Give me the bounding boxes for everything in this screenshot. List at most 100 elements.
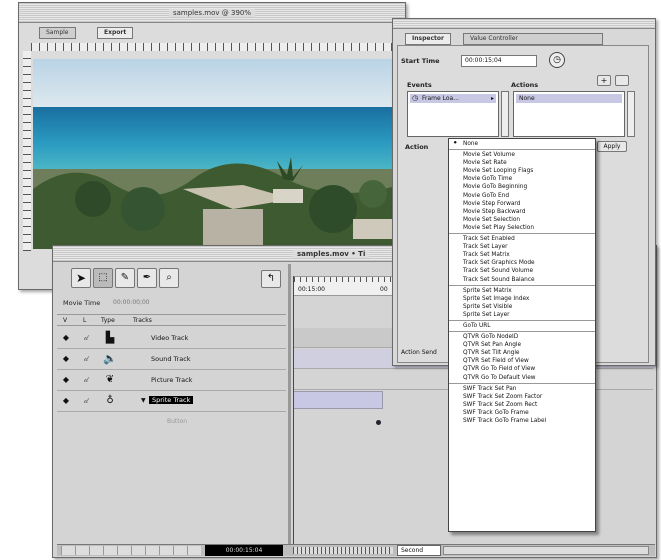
movie-time-label: Movie Time (63, 299, 101, 307)
menu-item[interactable]: QTVR Set Field of View (449, 357, 595, 365)
picture-icon: ❦ (105, 374, 115, 385)
menu-item[interactable]: SWF Track Set Zoom Factor (449, 393, 595, 401)
menu-separator (449, 284, 595, 286)
visibility-icon[interactable]: ◆ (59, 328, 73, 348)
action-menu[interactable]: • None Movie Set Volume Movie Set Rate Movie… (448, 138, 596, 532)
zoom-slider[interactable] (293, 547, 393, 554)
add-action-button[interactable]: + (597, 75, 611, 86)
menu-item[interactable]: Track Set Enabled (449, 235, 595, 243)
action-item[interactable]: None (516, 94, 622, 103)
snap-button[interactable]: ↰ (261, 270, 281, 288)
menu-item[interactable]: QTVR GoTo NodeID (449, 333, 595, 341)
preview-image (33, 59, 403, 249)
column-type[interactable]: Type (101, 315, 115, 326)
tab-sample[interactable]: Sample (39, 27, 76, 39)
menu-item[interactable]: Movie Set Selection (449, 216, 595, 224)
zoom-tool-button[interactable]: ⌕ (159, 268, 179, 288)
menu-item[interactable]: SWF Track GoTo Frame (449, 409, 595, 417)
sprite-track-bar[interactable] (293, 391, 383, 409)
menu-item[interactable]: QTVR Go To Field of View (449, 365, 595, 373)
menu-item[interactable]: Movie Set Looping Flags (449, 167, 595, 175)
event-item[interactable]: ◷ Frame Loa... ▸ (410, 94, 496, 103)
menu-item[interactable]: Movie Set Play Selection (449, 224, 595, 232)
track-name: Picture Track (151, 376, 193, 384)
menu-item[interactable]: Movie GoTo Beginning (449, 183, 595, 191)
preview-titlebar[interactable]: samples.mov @ 390% (19, 3, 405, 23)
column-visible[interactable]: V (63, 315, 67, 326)
visibility-icon[interactable]: ◆ (59, 349, 73, 369)
column-locked[interactable]: L (83, 315, 86, 326)
horizontal-scrollbar[interactable] (443, 546, 649, 555)
menu-item[interactable]: GoTo URL (449, 322, 595, 330)
tab-inspector[interactable]: Inspector (405, 33, 451, 45)
menu-item[interactable]: Movie Step Forward (449, 200, 595, 208)
menu-item[interactable]: None (449, 140, 595, 148)
tab-value-controller[interactable]: Value Controller (463, 33, 603, 45)
menu-item[interactable]: Track Set Matrix (449, 251, 595, 259)
lock-icon[interactable]: 𝒹 (79, 328, 93, 348)
remove-action-button[interactable] (615, 75, 629, 86)
select-tool-button[interactable]: ⬚ (93, 268, 113, 288)
footer-time: 00:00:15:04 (205, 545, 283, 556)
arrow-tool-button[interactable]: ➤ (71, 268, 91, 288)
menu-item[interactable]: Sprite Set Matrix (449, 287, 595, 295)
pencil-icon: ✎ (120, 272, 130, 283)
clock-icon[interactable]: ◷ (549, 52, 565, 68)
pane-divider[interactable] (288, 264, 291, 544)
menu-item[interactable]: Movie Step Backward (449, 208, 595, 216)
disclosure-triangle-icon[interactable]: ▼ (141, 397, 146, 404)
apply-button[interactable]: Apply (597, 141, 627, 152)
keyframe-marker[interactable] (376, 420, 381, 425)
menu-item[interactable]: Sprite Set Image Index (449, 295, 595, 303)
pencil-tool-button[interactable]: ✎ (115, 268, 135, 288)
start-time-field[interactable]: 00:00:15;04 (461, 55, 537, 67)
time-unit-select[interactable]: Second (397, 545, 441, 556)
table-row[interactable]: ◆ 𝒹 ❦ Picture Track (57, 370, 286, 391)
events-list[interactable]: ◷ Frame Loa... ▸ (407, 91, 499, 137)
menu-item[interactable]: Sprite Set Visible (449, 303, 595, 311)
event-dropdown-icon: ▸ (490, 95, 494, 102)
speaker-icon: 🔈 (103, 352, 117, 365)
menu-item[interactable]: Movie GoTo End (449, 192, 595, 200)
menu-item[interactable]: SWF Track Set Pan (449, 385, 595, 393)
sub-row[interactable]: Button (57, 412, 286, 433)
column-tracks[interactable]: Tracks (133, 315, 152, 326)
menu-item[interactable]: QTVR Go To Default View (449, 374, 595, 382)
menu-item[interactable]: QTVR Set Pan Angle (449, 341, 595, 349)
tab-export[interactable]: Export (97, 27, 134, 39)
menu-item[interactable]: Sprite Set Layer (449, 311, 595, 319)
lock-icon[interactable]: 𝒹 (79, 349, 93, 369)
visibility-icon[interactable]: ◆ (59, 391, 73, 411)
track-list: ◆ 𝒹 ▙ Video Track ◆ 𝒹 🔈 Sound Track ◆ 𝒹 … (57, 328, 286, 438)
event-item-label: Frame Loa... (422, 95, 459, 102)
ruler-time-2: 00 (380, 286, 388, 293)
visibility-icon[interactable]: ◆ (59, 370, 73, 390)
footer-buttons[interactable] (61, 546, 201, 555)
menu-item[interactable]: Movie GoTo Time (449, 175, 595, 183)
table-row[interactable]: ◆ 𝒹 ▙ Video Track (57, 328, 286, 349)
lock-icon[interactable]: 𝒹 (79, 391, 93, 411)
actions-list[interactable]: None (513, 91, 625, 137)
menu-item[interactable]: Track Set Sound Volume (449, 267, 595, 275)
events-scrollbar[interactable] (501, 91, 509, 137)
table-row[interactable]: ◆ 𝒹 ♁ ▼ Sprite Track (57, 391, 286, 412)
menu-item[interactable]: Track Set Layer (449, 243, 595, 251)
menu-item[interactable]: QTVR Set Tilt Angle (449, 349, 595, 357)
sprite-icon: ♁ (106, 395, 114, 406)
menu-item[interactable]: Movie Set Volume (449, 151, 595, 159)
actions-scrollbar[interactable] (627, 91, 635, 137)
menu-item[interactable]: SWF Track GoTo Frame Label (449, 417, 595, 425)
playhead[interactable] (293, 276, 294, 546)
menu-item[interactable]: SWF Track Set Zoom Rect (449, 401, 595, 409)
table-row[interactable]: ◆ 𝒹 🔈 Sound Track (57, 349, 286, 370)
menu-item[interactable]: Track Set Graphics Mode (449, 259, 595, 267)
marquee-icon: ⬚ (98, 272, 108, 283)
magnifier-icon: ⌕ (166, 272, 172, 283)
vertical-ruler (23, 51, 31, 251)
menu-item[interactable]: Track Set Sound Balance (449, 276, 595, 284)
pen-tool-button[interactable]: ✒ (137, 268, 157, 288)
menu-separator (449, 382, 595, 384)
inspector-titlebar[interactable] (393, 19, 655, 29)
menu-item[interactable]: Movie Set Rate (449, 159, 595, 167)
lock-icon[interactable]: 𝒹 (79, 370, 93, 390)
